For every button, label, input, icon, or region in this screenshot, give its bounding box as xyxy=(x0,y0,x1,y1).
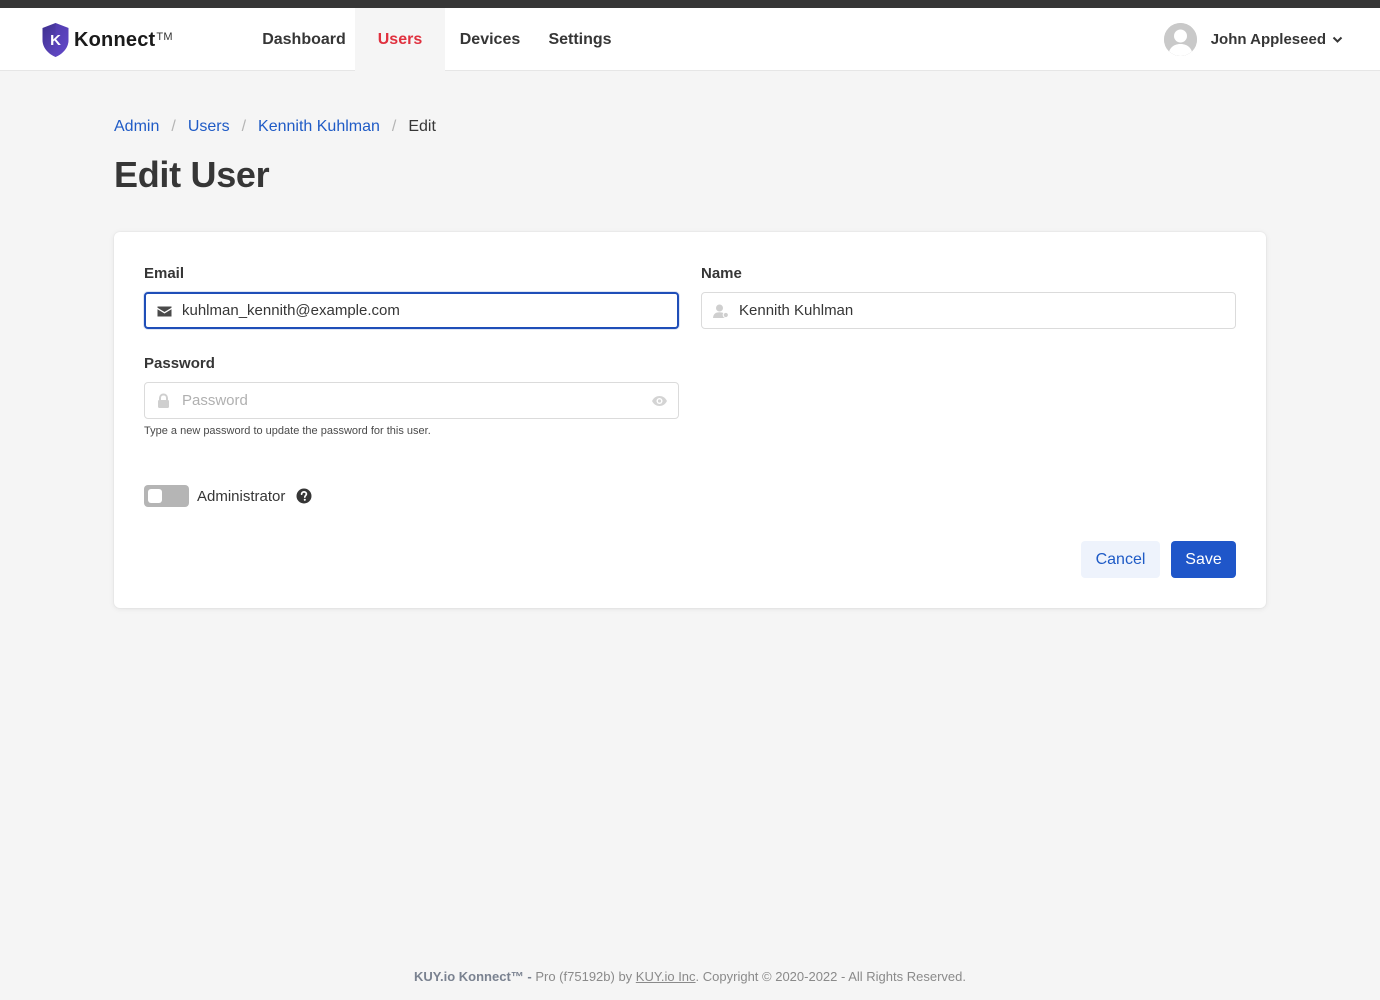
edit-user-form-card: Email Name Password Type a new password … xyxy=(114,232,1266,608)
lock-icon xyxy=(158,392,169,408)
breadcrumb-admin[interactable]: Admin xyxy=(114,118,159,136)
user-menu-dropdown[interactable]: John Appleseed xyxy=(1163,23,1343,56)
name-field-wrapper xyxy=(701,292,1236,329)
password-field-wrapper xyxy=(144,382,679,419)
breadcrumb-user[interactable]: Kennith Kuhlman xyxy=(258,118,380,136)
nav-users[interactable]: Users xyxy=(355,8,445,71)
breadcrumb-users[interactable]: Users xyxy=(188,118,230,136)
breadcrumb-separator: / xyxy=(391,118,397,135)
email-input[interactable] xyxy=(182,294,643,327)
eye-icon[interactable] xyxy=(651,392,668,409)
user-avatar-icon xyxy=(1163,23,1197,56)
footer: KUY.io Konnect™ - Pro (f75192b) by KUY.i… xyxy=(0,969,1380,984)
administrator-toggle[interactable] xyxy=(144,485,189,507)
envelope-icon xyxy=(157,306,172,316)
email-field-wrapper xyxy=(144,292,679,329)
password-help-text: Type a new password to update the passwo… xyxy=(144,425,431,437)
user-name: John Appleseed xyxy=(1210,31,1326,48)
breadcrumb-separator: / xyxy=(171,118,176,135)
brand-logo-link[interactable]: K KonnectTM xyxy=(41,22,173,58)
top-stripe xyxy=(0,0,1380,8)
nav-dashboard[interactable]: Dashboard xyxy=(249,8,359,71)
save-button[interactable]: Save xyxy=(1171,541,1236,578)
name-label: Name xyxy=(701,265,742,282)
password-label: Password xyxy=(144,355,215,372)
name-input[interactable] xyxy=(739,293,1202,328)
toggle-knob xyxy=(148,489,162,503)
navbar: K KonnectTM Dashboard Users Devices Sett… xyxy=(0,8,1380,71)
breadcrumb: Admin / Users / Kennith Kuhlman / Edit xyxy=(114,118,436,136)
nav-devices[interactable]: Devices xyxy=(446,8,534,71)
footer-brand: KUY.io Konnect™ - xyxy=(414,969,536,984)
user-icon xyxy=(713,304,729,318)
footer-company-link[interactable]: KUY.io Inc xyxy=(636,969,696,984)
footer-text: Pro (f75192b) by xyxy=(535,969,636,984)
brand-logo-letter: K xyxy=(50,32,61,49)
cancel-button[interactable]: Cancel xyxy=(1081,541,1160,578)
footer-copyright: . Copyright © 2020-2022 - All Rights Res… xyxy=(695,969,966,984)
nav-settings[interactable]: Settings xyxy=(534,8,626,71)
brand-trademark: TM xyxy=(156,30,173,43)
page-title: Edit User xyxy=(114,154,270,195)
shield-logo-icon: K xyxy=(42,23,69,57)
brand-name: KonnectTM xyxy=(74,28,173,51)
email-label: Email xyxy=(144,265,185,282)
question-circle-icon[interactable] xyxy=(296,488,312,504)
breadcrumb-separator: / xyxy=(241,118,247,135)
breadcrumb-current: Edit xyxy=(408,118,436,135)
chevron-down-icon xyxy=(1332,36,1343,43)
password-input[interactable] xyxy=(182,383,645,418)
administrator-label[interactable]: Administrator xyxy=(197,488,285,505)
